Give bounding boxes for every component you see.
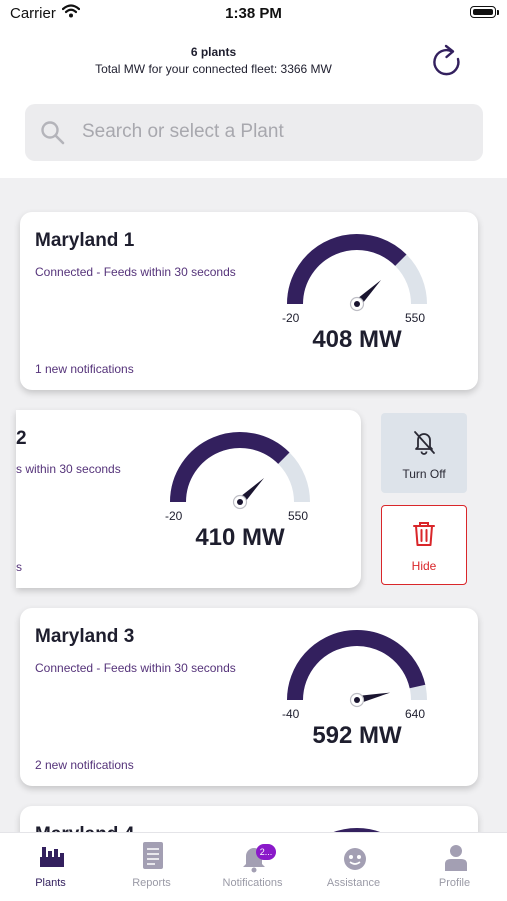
document-icon <box>143 842 163 869</box>
plant-count: 6 plants <box>190 45 237 59</box>
power-gauge <box>287 630 427 708</box>
gauge-value: 410 MW <box>195 524 285 551</box>
turn-off-notifications-button[interactable]: Turn Off <box>381 413 467 493</box>
gauge-value: 408 MW <box>312 326 402 353</box>
tab-label: Plants <box>35 877 66 889</box>
trash-icon <box>413 522 435 546</box>
hide-button[interactable]: Hide <box>381 505 467 585</box>
turn-off-label: Turn Off <box>402 467 446 481</box>
gauge-value: 592 MW <box>312 722 402 749</box>
gauge-max-label: 550 <box>288 509 309 523</box>
tab-plants[interactable]: Plants <box>0 833 101 901</box>
plant-name: Maryland 3 <box>35 626 135 647</box>
connection-status: Connected - Feeds within 30 seconds <box>35 265 236 279</box>
plant-name: 2 <box>16 428 27 449</box>
bell-off-icon <box>414 431 435 455</box>
tab-assistance[interactable]: Assistance <box>303 833 404 901</box>
refresh-icon[interactable] <box>424 40 468 84</box>
tab-profile[interactable]: Profile <box>404 833 505 901</box>
notification-badge: 2... <box>256 844 276 860</box>
battery-icon <box>470 6 496 18</box>
fleet-total-mw: Total MW for your connected fleet: 3366 … <box>95 62 332 76</box>
connection-status: s within 30 seconds <box>16 462 121 476</box>
tab-label: Profile <box>438 877 471 889</box>
gauge-fill <box>170 432 290 503</box>
gauge-max-label: 550 <box>405 311 426 325</box>
hide-label: Hide <box>411 559 437 573</box>
factory-icon <box>40 847 64 867</box>
plant-card[interactable]: Maryland 1 Connected - Feeds within 30 s… <box>20 212 478 390</box>
power-gauge <box>170 432 310 510</box>
notification-count[interactable]: 2 new notifications <box>35 758 134 772</box>
gauge-min-label: -20 <box>165 509 183 523</box>
search-icon <box>41 121 65 145</box>
notification-count[interactable]: s <box>16 560 22 574</box>
tab-reports[interactable]: Reports <box>101 833 202 901</box>
gauge-pivot-center <box>354 301 360 307</box>
gauge-min-label: -40 <box>282 707 300 721</box>
plant-name: Maryland 1 <box>35 230 135 251</box>
gauge-max-label: 640 <box>405 707 426 721</box>
gauge-fill <box>287 630 426 701</box>
status-time: 1:38 PM <box>225 5 282 22</box>
gauge-fill <box>287 234 407 305</box>
tab-notifications[interactable]: Notifications <box>202 833 303 901</box>
tab-label: Notifications <box>222 877 283 889</box>
power-gauge <box>287 234 427 312</box>
notification-count[interactable]: 1 new notifications <box>35 362 134 376</box>
connection-status: Connected - Feeds within 30 seconds <box>35 661 236 675</box>
tab-label: Reports <box>132 877 171 889</box>
tab-label: Assistance <box>326 877 381 889</box>
gauge-pivot-center <box>354 697 360 703</box>
battery-tip <box>497 10 499 15</box>
assistant-face-icon <box>344 848 366 870</box>
plant-card[interactable]: Maryland 3 Connected - Feeds within 30 s… <box>20 608 478 786</box>
gauge-pivot-center <box>237 499 243 505</box>
plant-card[interactable]: 2 s within 30 seconds s -20 550 410 MW <box>16 410 361 588</box>
person-icon <box>445 845 467 871</box>
search-input[interactable] <box>82 118 462 146</box>
tab-bar: Plants Reports Notifications Assistance … <box>0 832 507 901</box>
gauge-min-label: -20 <box>282 311 300 325</box>
